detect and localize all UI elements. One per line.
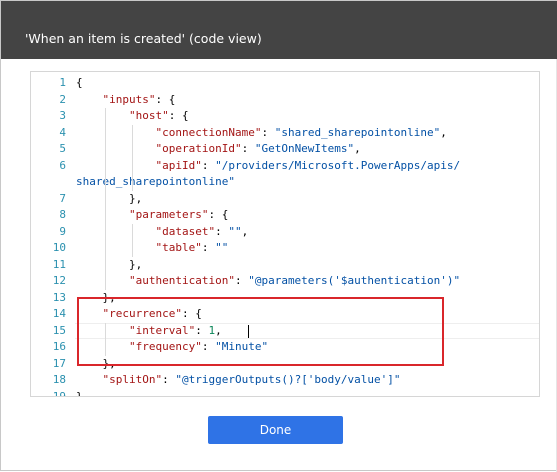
code-token: "splitOn" — [102, 373, 163, 386]
code-token: : { — [155, 92, 176, 106]
code-token: : — [241, 142, 255, 155]
dialog-title: 'When an item is created' (code view) — [25, 31, 262, 46]
code-line: 8 "parameters": { — [31, 207, 539, 224]
code-token: "/providers/Microsoft.PowerApps/apis/ — [215, 158, 461, 172]
code-token: : — [201, 241, 216, 254]
code-line: 10 "table": "" — [31, 240, 539, 257]
code-token: shared_sharepointonline" — [76, 175, 235, 188]
code-token: , — [241, 224, 249, 238]
code-token: : — [162, 373, 176, 386]
code-token: "parameters" — [128, 208, 209, 221]
line-number: 19 — [52, 389, 66, 397]
line-number: 1 — [59, 76, 66, 89]
code-token: "connectionName" — [155, 125, 262, 139]
code-line: 11 }, — [31, 257, 539, 274]
line-number: 7 — [59, 191, 66, 205]
code-line: 1{ — [31, 75, 539, 92]
line-code: }, — [76, 191, 142, 208]
line-code: "operationId": "GetOnNewItems", — [76, 141, 361, 158]
code-token: : { — [168, 109, 189, 122]
code-token: "apiId" — [155, 158, 202, 172]
code-line: 3 "host": { — [31, 108, 539, 125]
code-line: 18 "splitOn": "@triggerOutputs()?['body/… — [31, 372, 539, 389]
line-number: 16 — [52, 340, 66, 353]
code-token: "@parameters('$authentication')" — [248, 274, 461, 287]
line-number: 6 — [59, 158, 66, 172]
code-line: 19} — [31, 389, 539, 397]
code-line: 5 "operationId": "GetOnNewItems", — [31, 141, 539, 158]
dialog-titlebar: 'When an item is created' (code view) — [1, 1, 557, 59]
code-token: "inputs" — [102, 92, 156, 106]
code-token: : — [215, 224, 229, 238]
code-token: : — [234, 274, 249, 287]
code-line: 4 "connectionName": "shared_sharepointon… — [31, 125, 539, 142]
code-token: }, — [128, 257, 143, 271]
line-code: "table": "" — [76, 240, 228, 257]
code-line: 6 "apiId": "/providers/Microsoft.PowerAp… — [31, 158, 539, 175]
code-line: 2 "inputs": { — [31, 92, 539, 109]
line-number: 14 — [52, 307, 66, 320]
line-code: { — [76, 75, 83, 92]
line-code: "inputs": { — [76, 92, 176, 109]
code-token: "" — [215, 241, 229, 254]
line-number: 4 — [59, 125, 66, 139]
code-line: 7 }, — [31, 191, 539, 208]
code-token: : — [201, 158, 216, 172]
code-view-dialog: 'When an item is created' (code view) 1{… — [0, 0, 557, 472]
code-line: shared_sharepointonline" — [31, 174, 539, 191]
line-number: 18 — [52, 373, 66, 386]
line-number: 3 — [59, 109, 66, 122]
recurrence-highlight-box — [77, 297, 444, 366]
code-token: , — [354, 142, 361, 155]
indent-guide — [131, 124, 133, 191]
line-code: "parameters": { — [76, 207, 228, 224]
code-line: 9 "dataset": "", — [31, 224, 539, 241]
line-code: "splitOn": "@triggerOutputs()?['body/val… — [76, 372, 401, 389]
line-code: } — [76, 389, 83, 397]
code-token: }, — [128, 191, 143, 205]
code-token: "dataset" — [155, 224, 216, 238]
code-token: "" — [228, 224, 242, 238]
code-token: } — [76, 389, 83, 397]
line-number: 12 — [52, 274, 66, 287]
code-token: "GetOnNewItems" — [254, 142, 355, 155]
line-number: 13 — [52, 290, 66, 304]
line-number: 17 — [52, 356, 66, 370]
line-code: }, — [76, 257, 142, 274]
code-token: "operationId" — [155, 142, 242, 155]
code-token: : — [261, 125, 275, 139]
code-token: "shared_sharepointonline" — [274, 125, 441, 139]
code-token: "authentication" — [128, 274, 235, 287]
line-code: "authentication": "@parameters('$authent… — [76, 273, 460, 290]
code-token: "@triggerOutputs()?['body/value']" — [175, 373, 401, 386]
indent-guide — [105, 108, 107, 290]
line-number: 9 — [59, 224, 66, 238]
line-number: 11 — [52, 257, 66, 271]
code-token: : { — [208, 208, 229, 221]
indent-guide — [131, 223, 133, 257]
code-token: { — [76, 76, 83, 89]
done-button[interactable]: Done — [208, 416, 343, 444]
code-line: 12 "authentication": "@parameters('$auth… — [31, 273, 539, 290]
line-code: "apiId": "/providers/Microsoft.PowerApps… — [76, 158, 460, 175]
line-number: 10 — [52, 241, 66, 254]
code-token: "table" — [155, 241, 202, 254]
line-code: shared_sharepointonline" — [76, 174, 235, 191]
line-number: 8 — [59, 208, 66, 221]
line-number: 5 — [59, 142, 66, 155]
line-code: "dataset": "", — [76, 224, 248, 241]
code-token: , — [440, 125, 447, 139]
code-token: "host" — [128, 109, 169, 122]
line-number: 15 — [52, 323, 66, 337]
line-number: 2 — [59, 92, 66, 106]
line-code: "host": { — [76, 108, 189, 125]
